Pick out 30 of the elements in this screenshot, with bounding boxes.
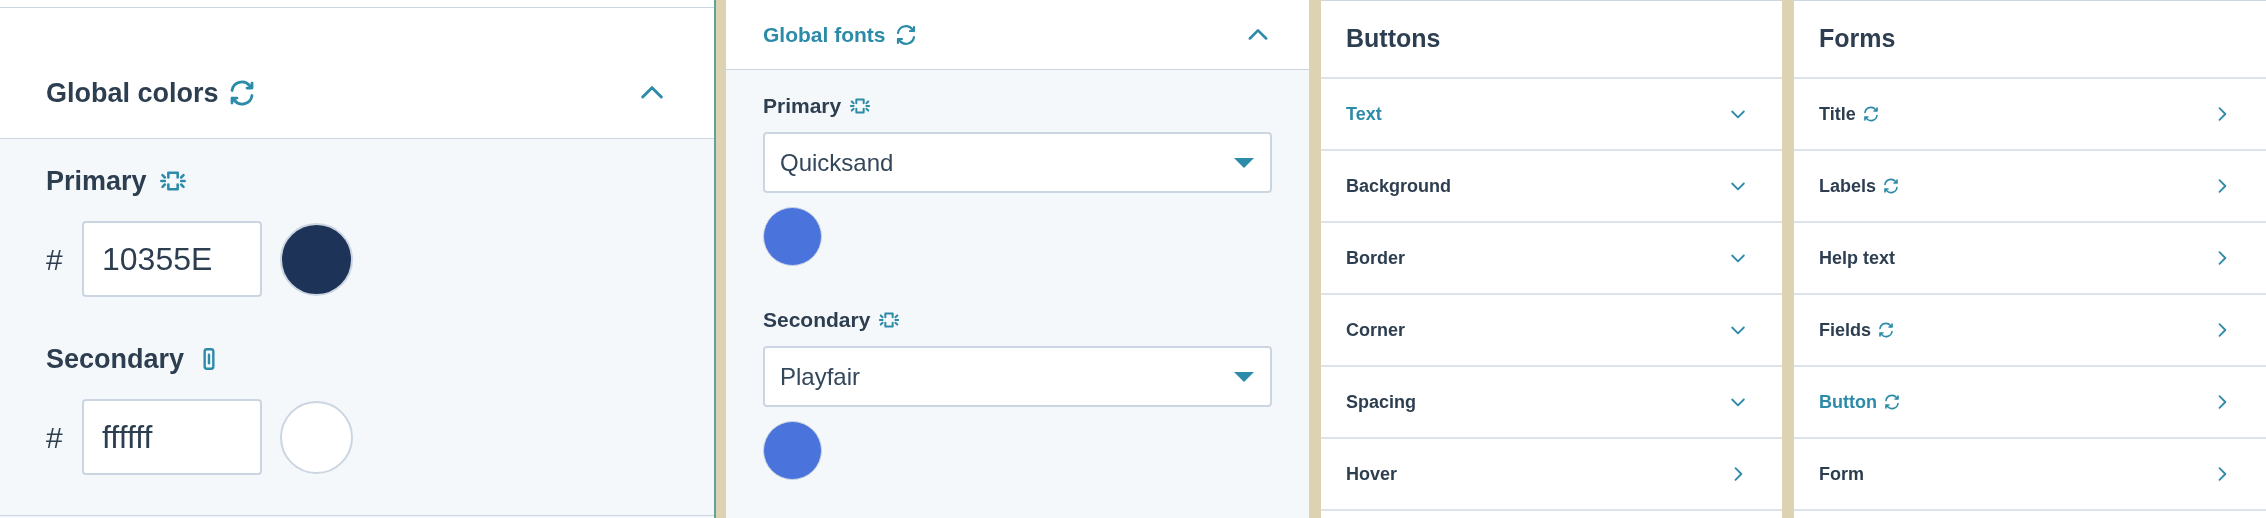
menu-item[interactable]: Hover [1321,439,1782,511]
menu-item[interactable]: Border [1321,223,1782,295]
menu-item[interactable]: Fields [1794,295,2266,367]
panel-title: Forms [1819,23,1896,55]
section-header[interactable]: Global fonts [726,0,1309,70]
menu-item[interactable]: Button [1794,367,2266,439]
color-input[interactable]: 10355E [82,221,262,297]
font-select[interactable]: Quicksand [763,132,1272,193]
field-label: Primary [46,164,147,198]
font-select[interactable]: Playfair [763,346,1272,407]
menu-item[interactable]: Corner [1321,295,1782,367]
menu-item[interactable]: Help text [1794,223,2266,295]
field-label: Secondary [46,342,185,376]
section-title: Global fonts [763,21,886,48]
field-label: Secondary [763,307,871,334]
panel-title: Buttons [1346,23,1441,55]
section-header[interactable]: Global colors [0,8,714,139]
dropdown-arrow-icon [1233,156,1255,169]
hash-symbol: # [46,419,64,456]
menu-item[interactable]: Spacing [1321,367,1782,439]
dropdown-arrow-icon [1233,370,1255,383]
menu-item[interactable]: Title [1794,79,2266,151]
field-label: Primary [763,93,842,120]
menu-item[interactable]: Background [1321,151,1782,223]
hash-symbol: # [46,241,64,278]
menu-item[interactable]: Form [1794,439,2266,511]
menu-item[interactable]: Text [1321,79,1782,151]
menu-item[interactable]: Labels [1794,151,2266,223]
color-input[interactable]: ffffff [82,399,262,475]
section-title: Global colors [46,76,219,110]
